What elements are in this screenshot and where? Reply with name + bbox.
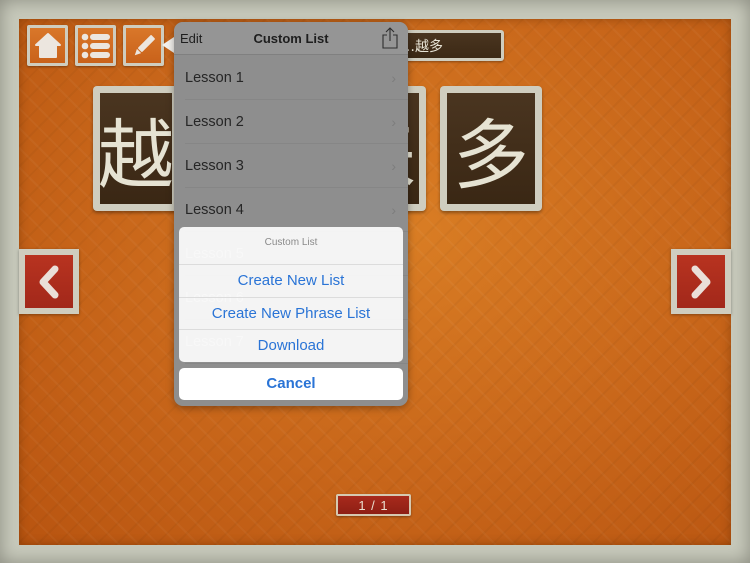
previous-button[interactable]	[19, 249, 79, 314]
popover-header: Edit Custom List	[174, 22, 408, 55]
list-button[interactable]	[75, 25, 116, 66]
chevron-right-icon: ›	[391, 202, 396, 218]
download-button[interactable]: Download	[179, 330, 403, 362]
list-icon	[81, 33, 110, 58]
lesson-row[interactable]: Lesson 2 ›	[185, 100, 408, 144]
phrase-title-bar: …越多	[392, 30, 504, 61]
lesson-label: Lesson 1	[185, 70, 244, 86]
character-card[interactable]: 越	[93, 86, 179, 211]
card-character: 越	[100, 93, 172, 204]
chevron-left-icon	[39, 265, 59, 298]
house-icon	[34, 32, 61, 58]
cancel-button[interactable]: Cancel	[179, 368, 403, 400]
popover-title: Custom List	[253, 31, 329, 46]
home-button[interactable]	[27, 25, 68, 66]
custom-list-popover: Edit Custom List Lesson 1 › Lesson 2 › L…	[174, 22, 408, 406]
chevron-right-icon: ›	[391, 158, 396, 174]
lesson-row[interactable]: Lesson 1 ›	[185, 56, 408, 100]
lesson-label: Lesson 4	[185, 202, 244, 218]
action-sheet-title: Custom List	[179, 227, 403, 265]
card-character: 多	[447, 93, 535, 204]
character-card[interactable]: 多	[440, 86, 542, 211]
edit-button[interactable]	[123, 25, 164, 66]
chevron-right-icon	[691, 265, 711, 298]
create-new-list-button[interactable]: Create New List	[179, 265, 403, 298]
create-new-phrase-list-button[interactable]: Create New Phrase List	[179, 298, 403, 330]
lesson-label: Lesson 2	[185, 114, 244, 130]
lesson-label: Lesson 3	[185, 158, 244, 174]
lesson-row[interactable]: Lesson 4 ›	[185, 188, 408, 232]
page-indicator-text: 1 / 1	[338, 496, 409, 514]
action-sheet: Custom List Create New List Create New P…	[179, 227, 403, 362]
chevron-right-icon: ›	[391, 114, 396, 130]
share-icon[interactable]	[381, 27, 399, 49]
next-button[interactable]	[671, 249, 731, 314]
chevron-right-icon: ›	[391, 70, 396, 86]
page-indicator: 1 / 1	[336, 494, 411, 516]
lesson-row[interactable]: Lesson 3 ›	[185, 144, 408, 188]
phrase-title-text: …越多	[395, 33, 501, 58]
popover-arrow	[162, 37, 174, 53]
pencil-icon	[134, 34, 155, 55]
